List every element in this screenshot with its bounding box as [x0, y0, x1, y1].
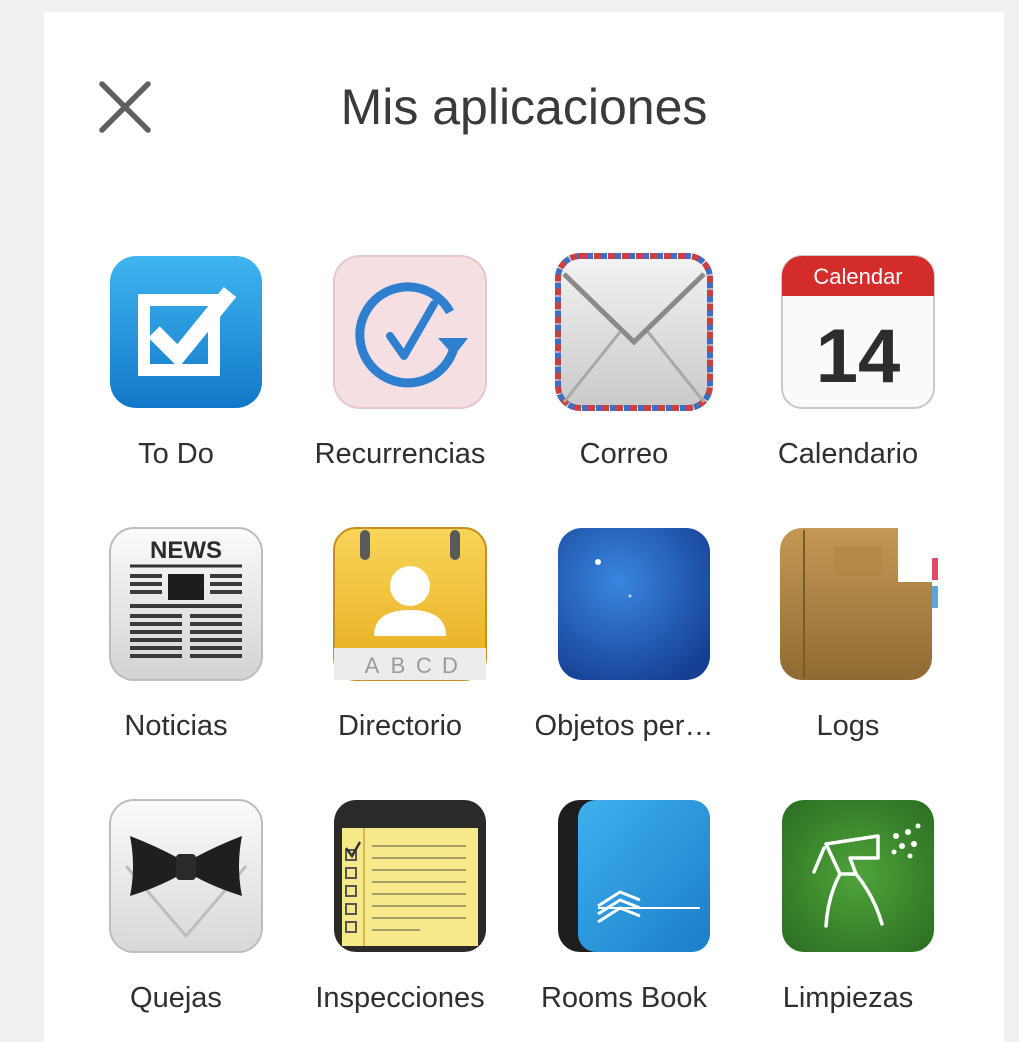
apps-panel: Mis aplicaciones To Do Recurrencias Corr…: [44, 12, 1004, 1042]
app-label: Limpiezas: [782, 982, 914, 1014]
inspection-notes-icon: [330, 796, 490, 956]
complaints-icon: [106, 796, 266, 956]
todo-icon: [106, 252, 266, 412]
app-tile-recurrencias[interactable]: Recurrencias: [288, 242, 512, 492]
app-label: Objetos per…: [534, 710, 714, 742]
app-label: Inspecciones: [315, 982, 485, 1014]
app-label: Quejas: [130, 982, 222, 1014]
app-tile-inspecciones[interactable]: Inspecciones: [288, 786, 512, 1036]
news-icon: NEWS: [106, 524, 266, 684]
app-tile-logs[interactable]: Logs: [736, 514, 960, 764]
directory-tab: A: [365, 653, 380, 678]
app-tile-directorio[interactable]: A B C D Directorio: [288, 514, 512, 764]
rooms-book-icon: [554, 796, 714, 956]
app-label: Rooms Book: [540, 982, 707, 1014]
app-tile-quejas[interactable]: Quejas: [64, 786, 288, 1036]
app-label: Directorio: [337, 710, 463, 742]
app-label: Noticias: [124, 710, 228, 742]
logbook-icon: [778, 524, 938, 684]
app-tile-calendario[interactable]: Calendar 14 Calendario: [736, 242, 960, 492]
directory-tab: B: [391, 653, 406, 678]
app-tile-rooms-book[interactable]: Rooms Book: [512, 786, 736, 1036]
app-label: To Do: [138, 438, 214, 470]
app-tile-noticias[interactable]: NEWS Noticias: [64, 514, 288, 764]
app-label: Logs: [816, 710, 880, 742]
app-tile-limpiezas[interactable]: Limpiezas: [736, 786, 960, 1036]
lost-items-icon: [554, 524, 714, 684]
cleaning-spray-icon: [778, 796, 938, 956]
recurrence-icon: [330, 252, 490, 412]
app-tile-todo[interactable]: To Do: [64, 242, 288, 492]
directory-tab: C: [416, 653, 432, 678]
page-title: Mis aplicaciones: [340, 79, 708, 135]
app-label: Calendario: [777, 438, 919, 470]
app-label: Recurrencias: [314, 438, 486, 470]
directory-icon: A B C D: [330, 524, 490, 684]
calendar-icon: Calendar 14: [778, 252, 938, 412]
mail-icon: [554, 252, 714, 412]
calendar-icon-header: Calendar: [813, 264, 902, 289]
news-icon-header: NEWS: [150, 537, 222, 564]
app-label: Correo: [579, 438, 669, 470]
app-tile-correo[interactable]: Correo: [512, 242, 736, 492]
app-tile-objetos-perdidos[interactable]: Objetos per…: [512, 514, 736, 764]
calendar-icon-day: 14: [816, 314, 901, 399]
directory-tab: D: [442, 653, 458, 678]
